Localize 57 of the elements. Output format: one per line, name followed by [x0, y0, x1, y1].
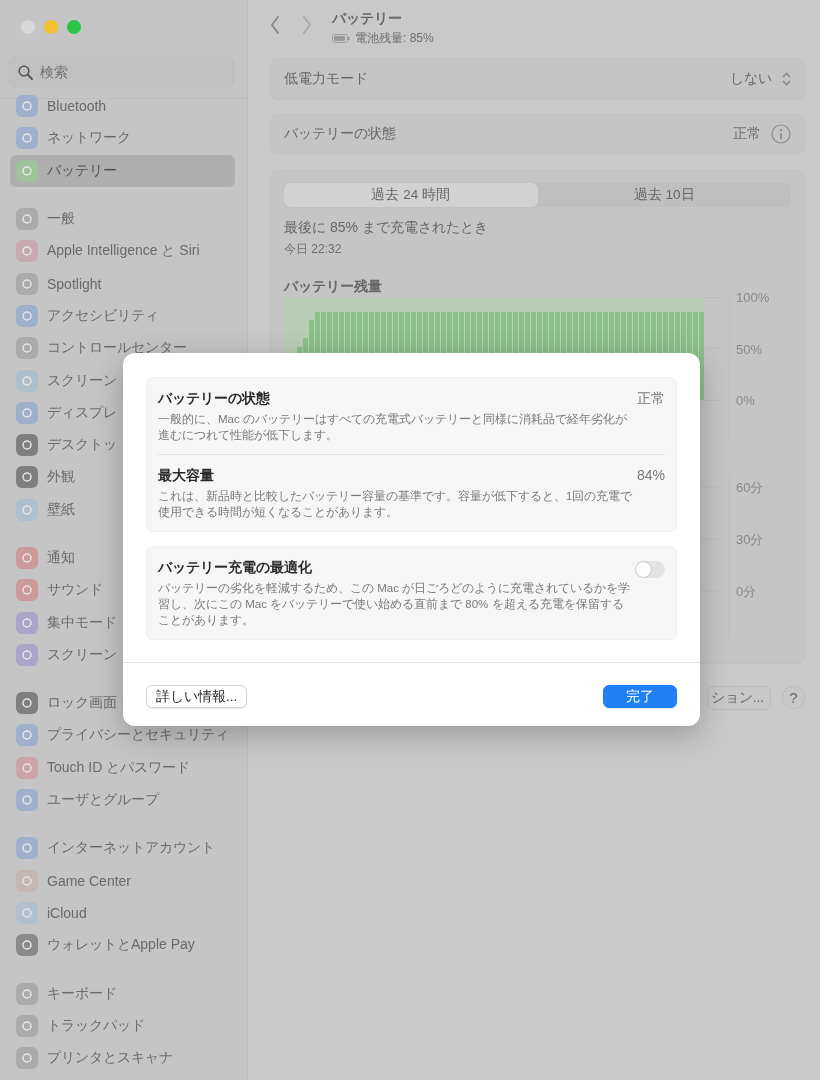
sidebar-item[interactable]: ウォレットとApple Pay: [10, 929, 235, 962]
page-title: バッテリー: [332, 10, 403, 28]
row-description: 一般的に、Mac のバッテリーはすべての充電式バッテリーと同様に消耗品で経年劣化が進むにつれて性能が低下します。: [158, 412, 628, 443]
axis-label: 100%: [736, 290, 770, 305]
sidebar-item[interactable]: Bluetooth: [10, 90, 235, 123]
row-title: 最大容量: [158, 467, 215, 485]
sidebar-item[interactable]: 一般: [10, 202, 235, 236]
setting-label: バッテリーの状態: [284, 125, 396, 143]
axis-label: 50%: [736, 341, 763, 357]
zoom-button[interactable]: [67, 20, 81, 34]
sidebar-item[interactable]: ネットワーク: [10, 122, 235, 155]
sidebar-item[interactable]: プライバシーとセキュリティ: [10, 719, 235, 752]
forward-icon[interactable]: [302, 16, 312, 34]
segment-tab[interactable]: 過去 10日: [537, 183, 791, 207]
sidebar-item[interactable]: キーボード: [10, 977, 235, 1010]
search-field[interactable]: 検索: [8, 56, 235, 88]
sidebar-item[interactable]: アクセシビリティ: [10, 299, 235, 333]
sidebar-item[interactable]: トラックパッド: [10, 1009, 235, 1042]
info-icon[interactable]: [771, 124, 791, 144]
axis-label: 60分: [736, 480, 764, 495]
popup-value[interactable]: しない: [730, 70, 772, 88]
more-info-button[interactable]: 詳しい情報...: [146, 685, 248, 708]
toggle-switch[interactable]: [635, 561, 665, 578]
row-title: バッテリーの状態: [158, 390, 271, 408]
axis-label: 30分: [736, 532, 764, 547]
last-charged-time: 今日 22:32: [284, 241, 343, 258]
help-button[interactable]: ?: [782, 686, 805, 709]
stepper-icon[interactable]: [782, 72, 791, 86]
sidebar-item[interactable]: iCloud: [10, 896, 235, 930]
battery-level: 電池残量: 85%: [355, 30, 434, 47]
row-description: バッテリーの劣化を軽減するため、この Mac が日ごろどのように充電されているかを学習し、次にこの Mac をバッテリーで使い始める直前まで 80% を超える充電を保留することがあります。: [158, 581, 632, 628]
axis-label: 0%: [736, 393, 755, 408]
chart-title: バッテリー残量: [284, 278, 383, 296]
sidebar-item[interactable]: Spotlight: [10, 267, 235, 300]
minimize-button[interactable]: [44, 20, 58, 34]
sidebar-item[interactable]: バッテリー: [10, 154, 235, 187]
options-button[interactable]: ション...: [706, 686, 771, 710]
setting-label: 低電力モード: [284, 70, 368, 88]
back-icon[interactable]: [270, 16, 280, 34]
last-charged-text: 最後に 85% まで充電されたとき: [284, 219, 489, 237]
status-value: 正常: [733, 125, 761, 143]
axis-label: 0分: [736, 584, 757, 599]
sidebar-item[interactable]: ユーザとグループ: [10, 783, 235, 817]
done-button[interactable]: 完了: [603, 685, 677, 708]
row-title: バッテリー充電の最適化: [158, 559, 313, 577]
search-icon: [18, 65, 33, 80]
sidebar-item[interactable]: インターネットアカウント: [10, 832, 235, 865]
sidebar-item[interactable]: プリンタとスキャナ: [10, 1042, 235, 1075]
sidebar-item[interactable]: Touch ID とパスワード: [10, 751, 235, 784]
row-value: 正常: [637, 390, 665, 408]
sidebar-item[interactable]: Apple Intelligence と Siri: [10, 235, 235, 268]
sidebar-item[interactable]: スクリーン: [10, 638, 235, 672]
row-value: 84%: [636, 467, 665, 485]
segment-tab[interactable]: 過去 24 時間: [284, 183, 538, 207]
battery-icon: [332, 34, 350, 43]
row-description: これは、新品時と比較したバッテリー容量の基準です。容量が低下すると、1回の充電で使用できる時間が短くなることがあります。: [158, 489, 633, 520]
sidebar-item[interactable]: Game Center: [10, 864, 235, 897]
